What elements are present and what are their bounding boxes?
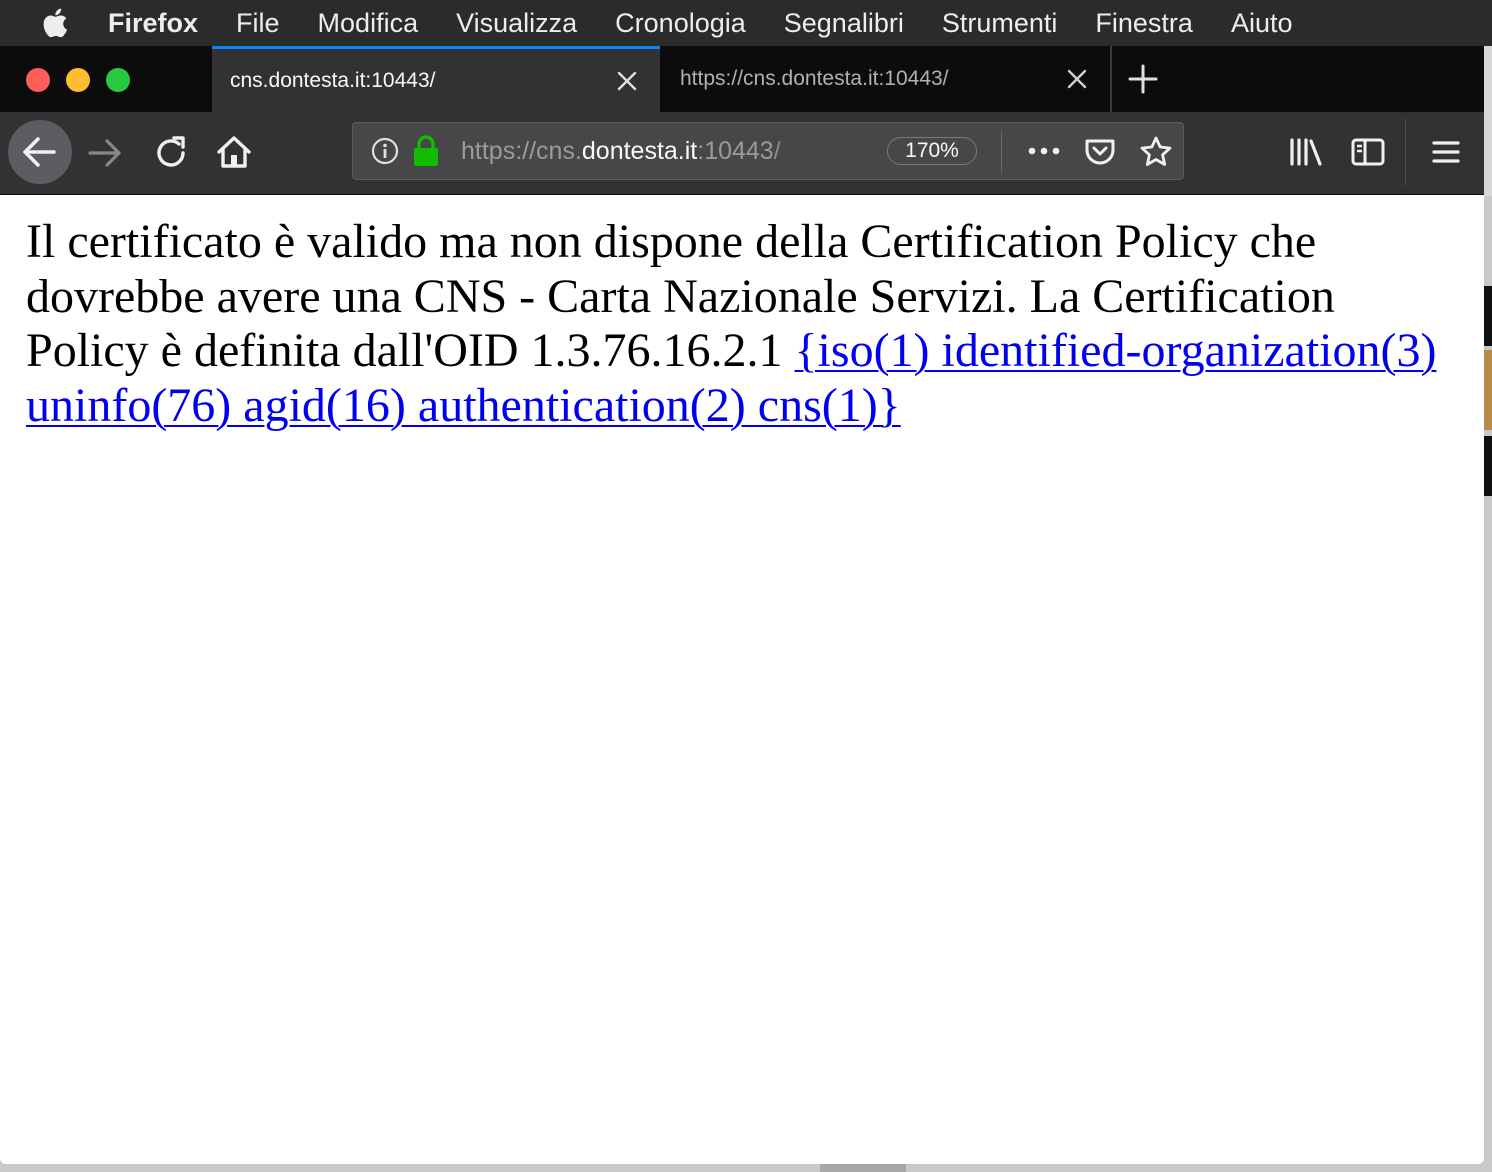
info-icon[interactable] <box>371 137 399 165</box>
url-scheme: https://cns. <box>461 137 582 165</box>
tab-title: https://cns.dontesta.it:10443/ <box>680 67 949 90</box>
lock-icon[interactable] <box>413 135 439 167</box>
navigation-toolbar: https://cns.dontesta.it:10443/ 170% <box>0 112 1484 195</box>
ellipsis-icon[interactable] <box>1027 139 1061 163</box>
close-icon[interactable] <box>1066 68 1088 90</box>
toolbar-separator <box>1405 118 1406 186</box>
forward-arrow-icon[interactable] <box>86 134 124 172</box>
menu-app-firefox[interactable]: Firefox <box>108 8 198 39</box>
url-bar[interactable]: https://cns.dontesta.it:10443/ 170% <box>352 122 1184 180</box>
back-button[interactable] <box>8 120 72 184</box>
background-window-edge <box>1484 286 1492 346</box>
star-icon[interactable] <box>1139 135 1173 169</box>
tab-separator <box>1110 46 1112 112</box>
close-icon[interactable] <box>616 70 638 92</box>
sidebar-icon[interactable] <box>1350 134 1386 170</box>
menu-aiuto[interactable]: Aiuto <box>1231 8 1293 39</box>
macos-menu-bar: Firefox File Modifica Visualizza Cronolo… <box>0 0 1492 46</box>
tab-title: cns.dontesta.it:10443/ <box>230 68 436 92</box>
menu-strumenti[interactable]: Strumenti <box>942 8 1058 39</box>
minimize-window-button[interactable] <box>66 68 90 92</box>
plus-icon[interactable] <box>1128 64 1158 94</box>
tab-inactive[interactable]: https://cns.dontesta.it:10443/ <box>662 46 1110 112</box>
page-content: Il certificato è valido ma non dispone d… <box>0 195 1484 1164</box>
zoom-level-button[interactable]: 170% <box>887 137 977 165</box>
reload-icon[interactable] <box>152 134 190 172</box>
background-window-edge <box>820 1164 906 1172</box>
menu-file[interactable]: File <box>236 8 280 39</box>
background-window-edge <box>1484 436 1492 496</box>
background-window-edge <box>1484 46 1492 196</box>
close-window-button[interactable] <box>26 68 50 92</box>
tab-active[interactable]: cns.dontesta.it:10443/ <box>212 46 660 112</box>
hamburger-menu-icon[interactable] <box>1430 134 1462 170</box>
certificate-message: Il certificato è valido ma non dispone d… <box>26 215 1466 433</box>
menu-segnalibri[interactable]: Segnalibri <box>784 8 904 39</box>
tab-bar: cns.dontesta.it:10443/ https://cns.donte… <box>0 46 1484 112</box>
menu-finestra[interactable]: Finestra <box>1095 8 1193 39</box>
menu-visualizza[interactable]: Visualizza <box>456 8 577 39</box>
url-text[interactable]: https://cns.dontesta.it:10443/ <box>461 123 811 179</box>
menu-modifica[interactable]: Modifica <box>318 8 419 39</box>
firefox-window: cns.dontesta.it:10443/ https://cns.donte… <box>0 46 1484 1164</box>
url-host: dontesta.it <box>581 137 698 165</box>
url-bar-separator <box>1001 131 1002 173</box>
background-window-edge <box>1484 350 1492 430</box>
apple-icon[interactable] <box>40 6 74 40</box>
url-path: :10443/ <box>697 137 781 165</box>
pocket-icon[interactable] <box>1083 135 1117 169</box>
zoom-window-button[interactable] <box>106 68 130 92</box>
menu-cronologia[interactable]: Cronologia <box>615 8 746 39</box>
home-icon[interactable] <box>214 132 254 172</box>
back-arrow-icon <box>23 137 56 167</box>
library-icon[interactable] <box>1288 134 1324 170</box>
